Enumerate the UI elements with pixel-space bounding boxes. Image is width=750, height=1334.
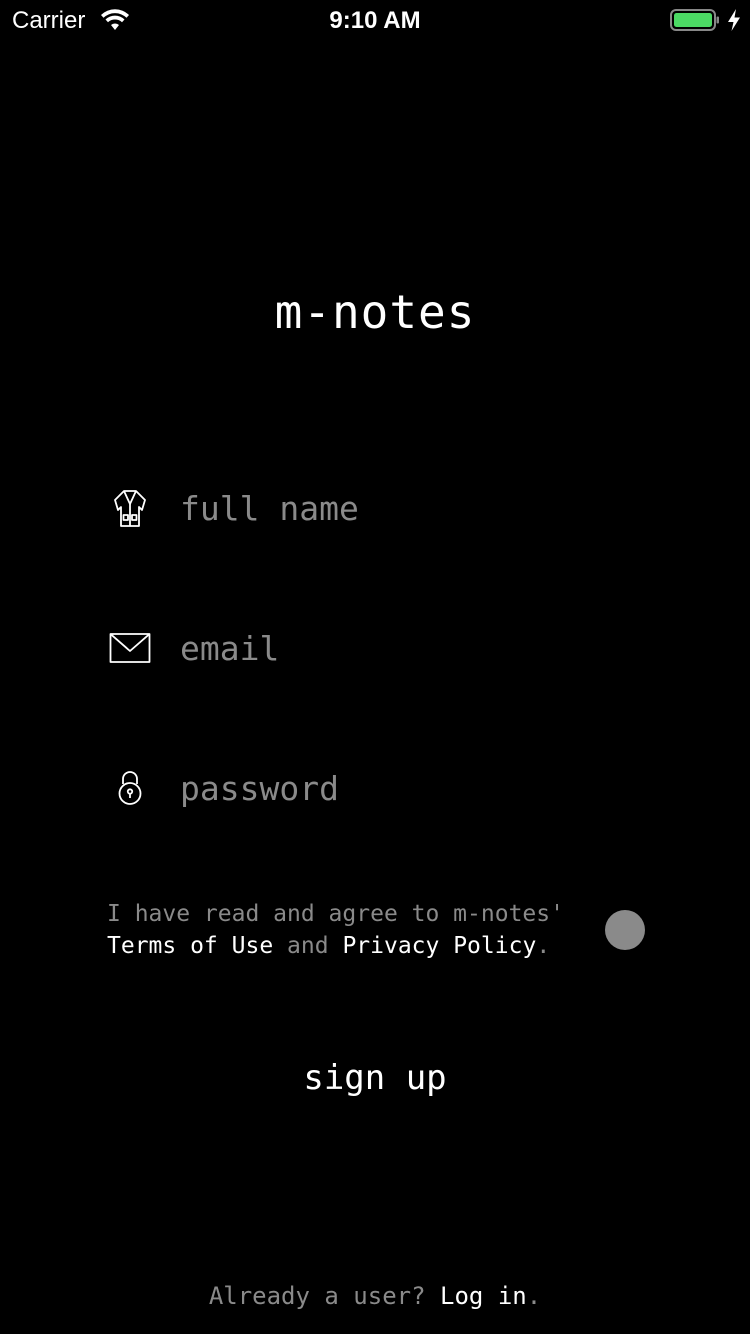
terms-of-use-link[interactable]: Terms of Use (107, 933, 273, 959)
login-prompt: Already a user? Log in. (0, 1282, 750, 1310)
footer-period: . (526, 1282, 542, 1310)
agree-terms-toggle[interactable] (605, 910, 645, 950)
password-input[interactable] (180, 758, 640, 818)
terms-conjunction: and (287, 933, 329, 959)
privacy-policy-link[interactable]: Privacy Policy (342, 933, 536, 959)
password-field (106, 758, 646, 818)
lock-icon (106, 758, 154, 818)
battery-icon (670, 9, 719, 31)
log-in-link[interactable]: Log in (440, 1282, 527, 1310)
full-name-field (106, 478, 646, 538)
envelope-icon (106, 618, 154, 678)
terms-agreement: I have read and agree to m-notes' Terms … (107, 898, 597, 962)
status-bar: Carrier 9:10 AM (0, 0, 750, 40)
email-field (106, 618, 646, 678)
full-name-input[interactable] (180, 478, 640, 538)
sign-up-button[interactable]: sign up (275, 1050, 475, 1106)
charging-bolt-icon (728, 9, 740, 31)
terms-period: . (536, 933, 551, 959)
coat-icon (106, 478, 154, 538)
app-title: m-notes (274, 285, 476, 339)
already-user-text: Already a user? (208, 1282, 426, 1310)
clock: 9:10 AM (329, 7, 421, 34)
terms-prefix: I have read and agree to m-notes' (107, 901, 564, 927)
email-input[interactable] (180, 618, 640, 678)
